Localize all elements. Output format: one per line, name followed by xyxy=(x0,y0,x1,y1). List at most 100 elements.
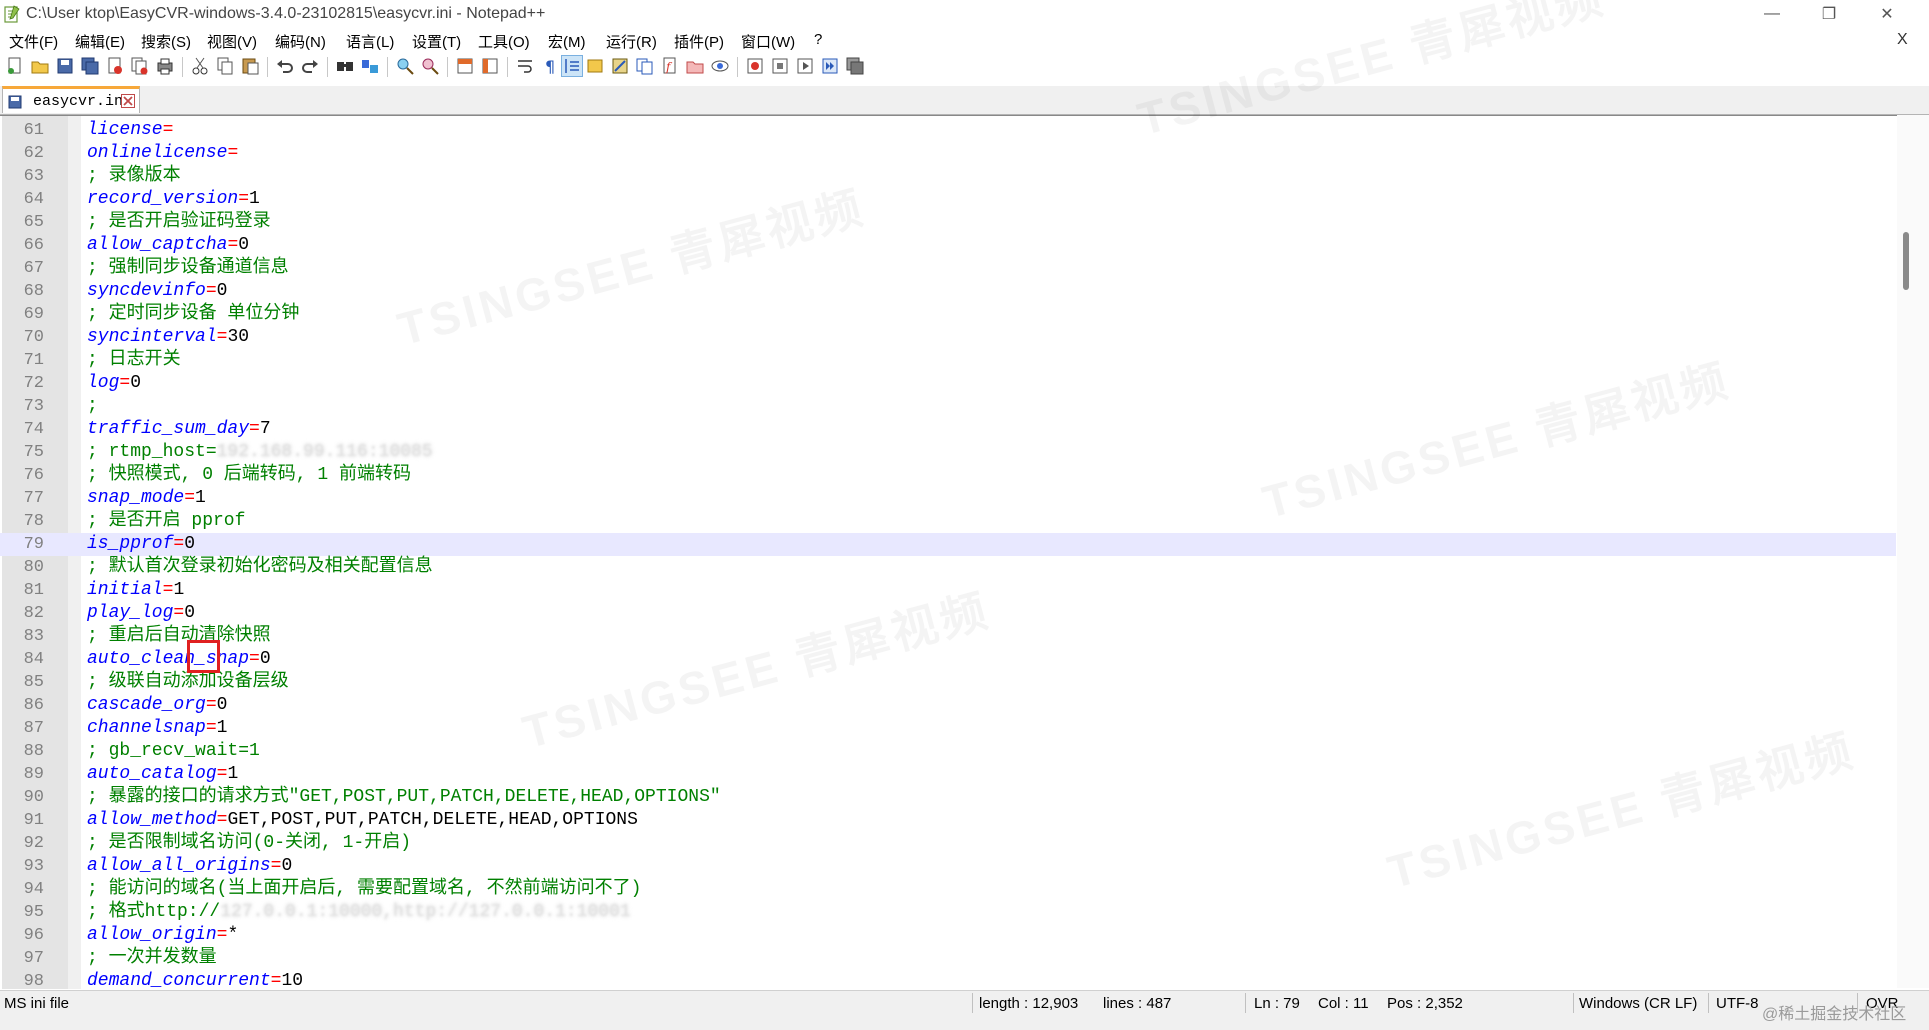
code-line[interactable]: 79 is_pprof=0 xyxy=(0,533,1896,556)
new-file-icon[interactable] xyxy=(5,56,25,76)
status-eol[interactable]: Windows (CR LF) xyxy=(1579,995,1697,1012)
code-line[interactable]: 86 cascade_org=0 xyxy=(0,694,1896,717)
code-line[interactable]: 64 record_version=1 xyxy=(0,188,1896,211)
redo-icon[interactable] xyxy=(300,56,320,76)
code-line[interactable]: 77 snap_mode=1 xyxy=(0,487,1896,510)
menu-language[interactable]: 语言(L) xyxy=(346,31,394,52)
menu-macro[interactable]: 宏(M) xyxy=(548,31,586,52)
record-macro-icon[interactable] xyxy=(745,56,765,76)
code-line[interactable]: 90 ; 暴露的接口的请求方式"GET,POST,PUT,PATCH,DELETE… xyxy=(0,786,1896,809)
save-macro-icon[interactable] xyxy=(845,56,865,76)
menu-search[interactable]: 搜索(S) xyxy=(141,31,191,52)
vertical-scrollbar[interactable] xyxy=(1897,115,1929,988)
code-line[interactable]: 88 ; gb_recv_wait=1 xyxy=(0,740,1896,763)
code-line[interactable]: 87 channelsnap=1 xyxy=(0,717,1896,740)
close-document-button[interactable]: X xyxy=(1897,31,1908,49)
code-line[interactable]: 72 log=0 xyxy=(0,372,1896,395)
menu-help[interactable]: ? xyxy=(814,31,822,48)
code-line[interactable]: 83 ; 重启后自动清除快照 xyxy=(0,625,1896,648)
play-macro-icon[interactable] xyxy=(795,56,815,76)
code-line[interactable]: 62 onlinelicense= xyxy=(0,142,1896,165)
code-line[interactable]: 66 allow_captcha=0 xyxy=(0,234,1896,257)
close-all-icon[interactable] xyxy=(130,56,150,76)
menu-file[interactable]: 文件(F) xyxy=(9,31,58,52)
editor-area[interactable]: 61 license= 62 onlinelicense= 63; 录像版本 64 reco… xyxy=(0,115,1929,991)
code-line[interactable]: 97 ; 一次并发数量 xyxy=(0,947,1896,970)
code-line[interactable]: 74 traffic_sum_day=7 xyxy=(0,418,1896,441)
word-wrap-icon[interactable] xyxy=(515,56,535,76)
code-line[interactable]: 92 ; 是否限制域名访问(0-关闭, 1-开启) xyxy=(0,832,1896,855)
menu-edit[interactable]: 编辑(E) xyxy=(75,31,125,52)
code-line[interactable]: 67 ; 强制同步设备通道信息 xyxy=(0,257,1896,280)
find-icon[interactable] xyxy=(335,56,355,76)
open-file-icon[interactable] xyxy=(30,56,50,76)
scrollbar-thumb[interactable] xyxy=(1903,232,1909,290)
code-line[interactable]: 94 ; 能访问的域名(当上面开启后, 需要配置域名, 不然前端访问不了) xyxy=(0,878,1896,901)
stop-record-icon[interactable] xyxy=(770,56,790,76)
cut-icon[interactable] xyxy=(190,56,210,76)
sync-horizontal-icon[interactable] xyxy=(480,56,500,76)
zoom-in-icon[interactable] xyxy=(395,56,415,76)
code-line[interactable]: 71 ; 日志开关 xyxy=(0,349,1896,372)
sync-vertical-icon[interactable] xyxy=(455,56,475,76)
menu-encoding[interactable]: 编码(N) xyxy=(275,31,326,52)
udl-icon[interactable] xyxy=(585,56,605,76)
close-tab-icon[interactable] xyxy=(121,94,135,108)
status-encoding[interactable]: UTF-8 xyxy=(1716,995,1759,1012)
code-text: onlinelicense= xyxy=(87,142,238,165)
document-map-icon[interactable] xyxy=(610,56,630,76)
ini-key: cascade_org xyxy=(87,695,206,715)
code-line[interactable]: 95 ; 格式http://127.0.0.1:10000,http://127.… xyxy=(0,901,1896,924)
code-line[interactable]: 78 ; 是否开启 pprof xyxy=(0,510,1896,533)
status-column[interactable]: Col : 11 xyxy=(1318,995,1369,1012)
function-list-icon[interactable] xyxy=(635,56,655,76)
code-line[interactable]: 80 ; 默认首次登录初始化密码及相关配置信息 xyxy=(0,556,1896,579)
code-line[interactable]: 73; xyxy=(0,395,1896,418)
folder-workspace-icon[interactable]: f xyxy=(660,56,680,76)
code-line[interactable]: 70 syncinterval=30 xyxy=(0,326,1896,349)
close-icon[interactable] xyxy=(105,56,125,76)
status-line-number[interactable]: Ln : 79 xyxy=(1254,995,1300,1012)
show-all-chars-icon[interactable]: ¶ xyxy=(540,56,560,76)
save-all-icon[interactable] xyxy=(80,56,100,76)
close-window-button[interactable]: ✕ xyxy=(1864,0,1910,28)
menu-tools[interactable]: 工具(O) xyxy=(478,31,530,52)
menu-run[interactable]: 运行(R) xyxy=(606,31,657,52)
code-line[interactable]: 81 initial=1 xyxy=(0,579,1896,602)
code-line[interactable]: 69 ; 定时同步设备 单位分钟 xyxy=(0,303,1896,326)
zoom-out-icon[interactable] xyxy=(420,56,440,76)
code-line[interactable]: 89 auto_catalog=1 xyxy=(0,763,1896,786)
save-icon[interactable] xyxy=(55,56,75,76)
line-number: 72 xyxy=(23,374,44,393)
code-line[interactable]: 68 syncdevinfo=0 xyxy=(0,280,1896,303)
minimize-button[interactable]: — xyxy=(1749,0,1795,28)
monitoring-icon[interactable] xyxy=(710,56,730,76)
code-line[interactable]: 84 auto_clean_snap=0 xyxy=(0,648,1896,671)
copy-icon[interactable] xyxy=(215,56,235,76)
indent-guide-icon[interactable] xyxy=(561,55,583,77)
code-line[interactable]: 63 ; 录像版本 xyxy=(0,165,1896,188)
run-macro-multiple-icon[interactable] xyxy=(820,56,840,76)
menu-plugins[interactable]: 插件(P) xyxy=(674,31,724,52)
folder-as-workspace-icon[interactable] xyxy=(685,56,705,76)
code-line[interactable]: 85 ; 级联自动添加设备层级 xyxy=(0,671,1896,694)
status-position[interactable]: Pos : 2,352 xyxy=(1387,995,1463,1012)
replace-icon[interactable] xyxy=(360,56,380,76)
print-icon[interactable] xyxy=(155,56,175,76)
code-line[interactable]: 91 allow_method=GET,POST,PUT,PATCH,DELETE… xyxy=(0,809,1896,832)
undo-icon[interactable] xyxy=(275,56,295,76)
paste-icon[interactable] xyxy=(240,56,260,76)
code-line[interactable]: 61 license= xyxy=(0,119,1896,142)
code-line[interactable]: 93 allow_all_origins=0 xyxy=(0,855,1896,878)
code-line[interactable]: 65 ; 是否开启验证码登录 xyxy=(0,211,1896,234)
tab-easycvr-ini[interactable]: easycvr.ini xyxy=(2,86,140,113)
menu-settings[interactable]: 设置(T) xyxy=(412,31,461,52)
menu-view[interactable]: 视图(V) xyxy=(207,31,257,52)
maximize-button[interactable]: ❐ xyxy=(1806,0,1852,28)
code-line[interactable]: 76 ; 快照模式, 0 后端转码, 1 前端转码 xyxy=(0,464,1896,487)
code-line[interactable]: 75 ; rtmp_host=192.168.99.116:10085 xyxy=(0,441,1896,464)
ini-value: * xyxy=(227,925,239,945)
code-line[interactable]: 96 allow_origin=* xyxy=(0,924,1896,947)
code-line[interactable]: 82 play_log=0 xyxy=(0,602,1896,625)
menu-window[interactable]: 窗口(W) xyxy=(741,31,795,52)
